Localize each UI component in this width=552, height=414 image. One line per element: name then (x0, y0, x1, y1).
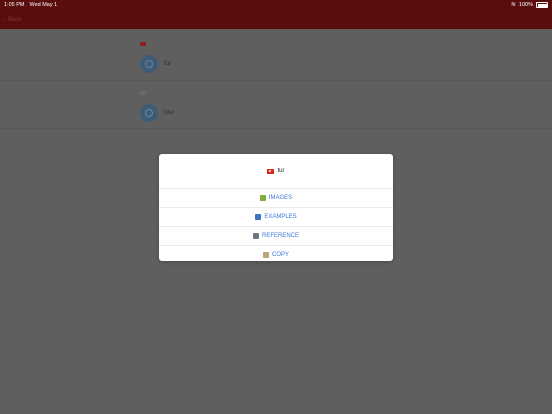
images-option[interactable]: IMAGES (159, 189, 393, 208)
speaker-icon[interactable] (140, 104, 158, 122)
back-button[interactable]: ‹ Back (4, 17, 21, 23)
battery-percent: 100% (518, 2, 533, 8)
battery-icon (536, 2, 548, 8)
speaker-icon[interactable] (140, 55, 158, 73)
list-item-text: tour (164, 110, 175, 116)
navigation-bar: ‹ Back (0, 10, 552, 29)
dialog-word: tur (277, 168, 285, 174)
list-item[interactable]: tür (140, 53, 552, 75)
book-icon (255, 214, 262, 220)
action-sheet-dialog: tur IMAGES EXAMPLES REFERENCE COPY (159, 154, 393, 261)
reference-icon (252, 233, 259, 239)
examples-option[interactable]: EXAMPLES (159, 208, 393, 227)
images-icon (259, 195, 266, 201)
divider (0, 128, 552, 129)
wifi-icon: ≋ (510, 2, 516, 8)
status-bar: 1:05 PM Wed May 1 ≋ 100% (0, 0, 552, 10)
flag-icon (140, 42, 146, 46)
back-label: Back (8, 16, 22, 23)
status-time: 1:05 PM (4, 2, 25, 8)
turkish-flag-icon (267, 168, 275, 174)
copy-icon (262, 252, 269, 258)
chevron-left-icon: ‹ (4, 16, 6, 23)
section-header-1 (140, 42, 148, 46)
copy-option[interactable]: COPY (159, 246, 393, 261)
list-item[interactable]: tour (140, 102, 552, 124)
divider (0, 80, 552, 81)
flag-icon (140, 91, 146, 95)
section-header-2 (140, 91, 148, 95)
status-date: Wed May 1 (29, 2, 58, 8)
reference-option[interactable]: REFERENCE (159, 227, 393, 246)
dialog-header: tur (159, 154, 393, 189)
list-item-text: tür (164, 61, 172, 67)
